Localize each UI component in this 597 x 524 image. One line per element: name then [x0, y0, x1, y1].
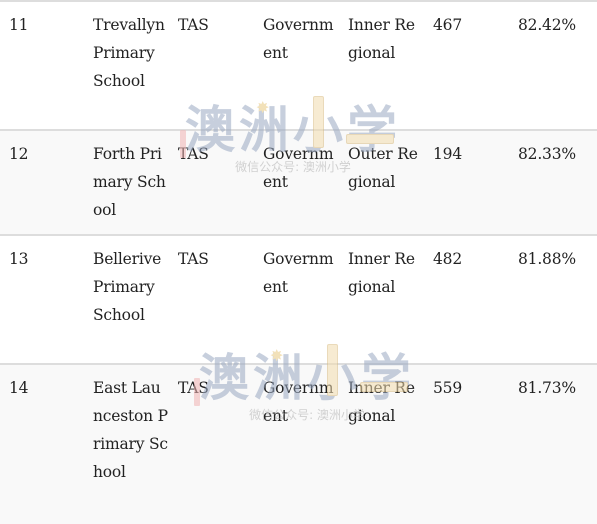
rank-cell: 12: [0, 129, 84, 235]
sector-cell: Government: [254, 234, 339, 364]
enrolments-cell: 559: [424, 363, 509, 524]
sector-cell: Government: [254, 363, 339, 524]
school-name-cell: Bellerive Primary School: [84, 234, 169, 364]
table-row: 13 Bellerive Primary School TAS Governme…: [0, 234, 597, 364]
geolocation-cell: Outer Regional: [339, 129, 424, 235]
state-cell: TAS: [169, 129, 254, 235]
enrolments-cell: 482: [424, 234, 509, 364]
enrolments-cell: 467: [424, 0, 509, 130]
state-cell: TAS: [169, 234, 254, 364]
state-cell: TAS: [169, 0, 254, 130]
sector-cell: Government: [254, 129, 339, 235]
school-ranking-table: 11 Trevallyn Primary School TAS Governme…: [0, 0, 597, 524]
score-cell: 82.42%: [509, 0, 597, 130]
school-name-cell: East Launceston Primary School: [84, 363, 169, 524]
school-name-cell: Trevallyn Primary School: [84, 0, 169, 130]
state-cell: TAS: [169, 363, 254, 524]
school-name-cell: Forth Primary School: [84, 129, 169, 235]
geolocation-cell: Inner Regional: [339, 234, 424, 364]
table-row: 14 East Launceston Primary School TAS Go…: [0, 363, 597, 524]
geolocation-cell: Inner Regional: [339, 0, 424, 130]
score-cell: 81.73%: [509, 363, 597, 524]
table-row: 12 Forth Primary School TAS Government O…: [0, 129, 597, 235]
rank-cell: 14: [0, 363, 84, 524]
sector-cell: Government: [254, 0, 339, 130]
score-cell: 81.88%: [509, 234, 597, 364]
geolocation-cell: Inner Regional: [339, 363, 424, 524]
rank-cell: 11: [0, 0, 84, 130]
rank-cell: 13: [0, 234, 84, 364]
table-row: 11 Trevallyn Primary School TAS Governme…: [0, 0, 597, 130]
score-cell: 82.33%: [509, 129, 597, 235]
enrolments-cell: 194: [424, 129, 509, 235]
